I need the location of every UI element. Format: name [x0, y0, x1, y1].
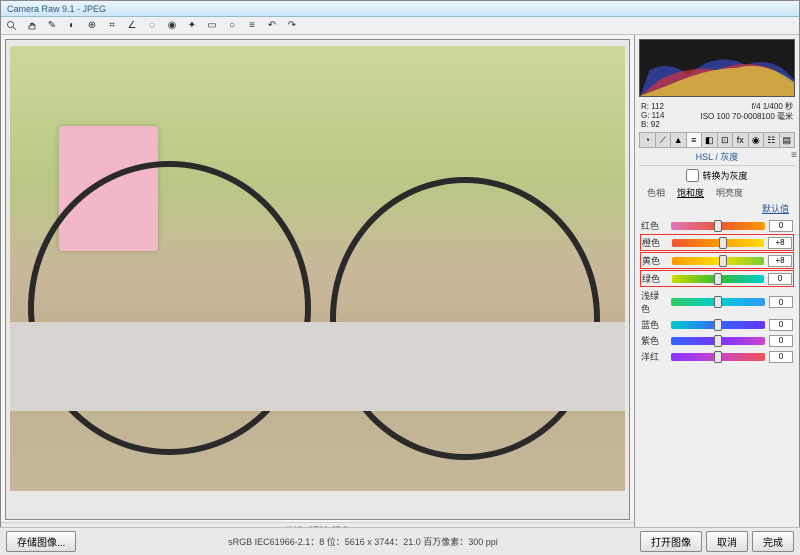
slider-track[interactable] — [672, 275, 764, 283]
slider-track[interactable] — [671, 222, 765, 230]
hand-tool-icon[interactable] — [25, 19, 39, 33]
white-balance-icon[interactable]: ✎ — [45, 19, 59, 33]
tab-lens-icon[interactable]: ⊡ — [718, 133, 734, 147]
right-panel: R: 112 G: 114 B: 92 f/4 1/400 秒 ISO 100 … — [635, 35, 799, 554]
panel-tabs: ◔ ⟋ ▲ ≡ ◧ ⊡ fx ◉ ☷ ▤ — [639, 132, 795, 148]
slider-thumb[interactable] — [714, 296, 722, 308]
slider-value[interactable] — [768, 237, 792, 249]
straighten-icon[interactable]: ∠ — [125, 19, 139, 33]
cancel-button[interactable]: 取消 — [706, 531, 748, 552]
tab-camera-icon[interactable]: ◉ — [749, 133, 765, 147]
subtab-luminance[interactable]: 明亮度 — [710, 185, 749, 200]
slider-value[interactable] — [768, 255, 792, 267]
slider-track[interactable] — [671, 353, 765, 361]
adjust-brush-icon[interactable]: ✦ — [185, 19, 199, 33]
grayscale-label: 转换为灰度 — [702, 169, 747, 182]
slider-thumb[interactable] — [714, 319, 722, 331]
slider-value[interactable] — [769, 335, 793, 347]
slider-row-2: 黄色 — [641, 253, 793, 268]
rgb-g: G: 114 — [641, 111, 664, 120]
slider-value[interactable] — [768, 273, 792, 285]
footer: 存储图像... sRGB IEC61966-2.1：8 位：5616 x 374… — [0, 527, 800, 555]
slider-label: 蓝色 — [641, 318, 667, 331]
defaults-link[interactable]: 默认值 — [635, 200, 799, 217]
slider-label: 洋红 — [641, 350, 667, 363]
title-bar: Camera Raw 9.1 - JPEG — [1, 1, 799, 17]
slider-value[interactable] — [769, 296, 793, 308]
slider-row-5: 蓝色 — [641, 318, 793, 331]
gradient-icon[interactable]: ▭ — [205, 19, 219, 33]
radial-icon[interactable]: ○ — [225, 19, 239, 33]
subtab-hue[interactable]: 色相 — [641, 185, 671, 200]
save-image-button[interactable]: 存储图像... — [6, 531, 76, 552]
rotate-right-icon[interactable]: ↷ — [285, 19, 299, 33]
slider-label: 绿色 — [642, 272, 668, 285]
panel-title: HSL / 灰度 — [639, 148, 795, 166]
slider-row-7: 洋红 — [641, 350, 793, 363]
done-button[interactable]: 完成 — [752, 531, 794, 552]
zoom-tool-icon[interactable] — [5, 19, 19, 33]
panel-menu-icon[interactable]: ≡ — [791, 150, 797, 161]
rotate-left-icon[interactable]: ↶ — [265, 19, 279, 33]
preview-pane: IMG_8780.JPG ⊞ ▭ 20.4% ▾ ◱ ◲ — [1, 35, 635, 554]
slider-label: 红色 — [641, 219, 667, 232]
slider-value[interactable] — [769, 220, 793, 232]
slider-label: 浅绿色 — [641, 289, 667, 315]
tab-presets-icon[interactable]: ☷ — [764, 133, 780, 147]
tab-hsl-icon[interactable]: ≡ — [687, 133, 703, 147]
slider-track[interactable] — [671, 298, 765, 306]
slider-group: 红色橙色黄色绿色浅绿色蓝色紫色洋红 — [635, 217, 799, 368]
slider-label: 橙色 — [642, 236, 668, 249]
slider-thumb[interactable] — [714, 335, 722, 347]
tab-basic-icon[interactable]: ◔ — [640, 133, 656, 147]
tab-curve-icon[interactable]: ⟋ — [656, 133, 672, 147]
slider-track[interactable] — [671, 321, 765, 329]
slider-row-3: 绿色 — [641, 271, 793, 286]
crop-icon[interactable]: ⌗ — [105, 19, 119, 33]
slider-thumb[interactable] — [714, 220, 722, 232]
slider-track[interactable] — [671, 337, 765, 345]
slider-thumb[interactable] — [719, 237, 727, 249]
rgb-b: B: 92 — [641, 120, 664, 129]
slider-track[interactable] — [672, 239, 764, 247]
app-title: Camera Raw 9.1 - JPEG — [7, 4, 106, 14]
slider-thumb[interactable] — [714, 351, 722, 363]
rgb-r: R: 112 — [641, 102, 664, 111]
spot-removal-icon[interactable]: ◌ — [145, 19, 159, 33]
tab-split-icon[interactable]: ◧ — [702, 133, 718, 147]
tab-fx-icon[interactable]: fx — [733, 133, 749, 147]
grayscale-checkbox[interactable] — [686, 169, 699, 182]
red-eye-icon[interactable]: ◉ — [165, 19, 179, 33]
color-sampler-icon[interactable]: ◐ — [65, 19, 79, 33]
slider-row-4: 浅绿色 — [641, 289, 793, 315]
target-icon[interactable]: ⊕ — [85, 19, 99, 33]
image-meta[interactable]: sRGB IEC61966-2.1：8 位：5616 x 3744：21.0 百… — [86, 535, 640, 548]
slider-row-0: 红色 — [641, 219, 793, 232]
slider-row-1: 橙色 — [641, 235, 793, 250]
slider-track[interactable] — [672, 257, 764, 265]
preview-image[interactable] — [5, 39, 630, 520]
open-image-button[interactable]: 打开图像 — [640, 531, 702, 552]
slider-label: 紫色 — [641, 334, 667, 347]
slider-thumb[interactable] — [714, 273, 722, 285]
slider-value[interactable] — [769, 351, 793, 363]
slider-row-6: 紫色 — [641, 334, 793, 347]
toolbar: ✎ ◐ ⊕ ⌗ ∠ ◌ ◉ ✦ ▭ ○ ≡ ↶ ↷ — [1, 17, 799, 35]
slider-thumb[interactable] — [719, 255, 727, 267]
exif-line2: ISO 100 70-0008100 毫米 — [700, 112, 793, 122]
slider-label: 黄色 — [642, 254, 668, 267]
tab-detail-icon[interactable]: ▲ — [671, 133, 687, 147]
histogram[interactable] — [639, 39, 795, 97]
tab-snapshot-icon[interactable]: ▤ — [780, 133, 795, 147]
slider-value[interactable] — [769, 319, 793, 331]
exif-line1: f/4 1/400 秒 — [700, 102, 793, 112]
subtab-saturation[interactable]: 饱和度 — [671, 185, 710, 200]
prefs-icon[interactable]: ≡ — [245, 19, 259, 33]
